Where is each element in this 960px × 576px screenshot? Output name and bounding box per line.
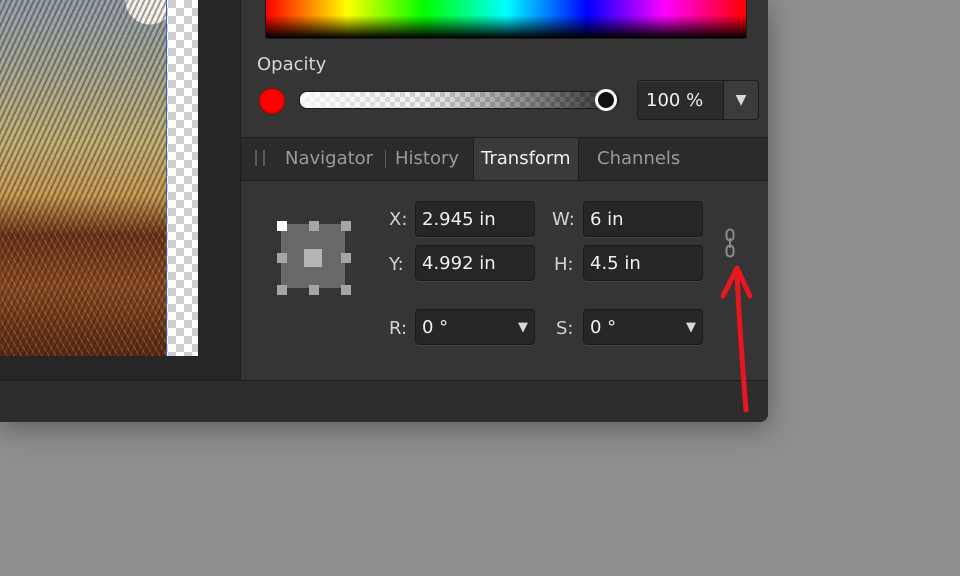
panel-tab-bar: Navigator History Transform Channels — [241, 137, 768, 181]
grip-handle-icon[interactable] — [255, 150, 265, 166]
tab-separator — [385, 150, 386, 168]
document-transparency-checkerboard — [0, 0, 198, 356]
anchor-bottom-right[interactable] — [341, 285, 351, 295]
artwork-layer[interactable] — [0, 0, 167, 356]
anchor-bottom-center[interactable] — [309, 285, 319, 295]
bottom-status-bar — [0, 380, 768, 422]
triangle-down-icon[interactable]: ▼ — [518, 310, 528, 346]
w-label: W: — [552, 209, 575, 230]
tab-navigator[interactable]: Navigator — [285, 138, 373, 180]
tab-history[interactable]: History — [395, 138, 459, 180]
triangle-down-icon[interactable]: ▼ — [723, 81, 758, 119]
h-label: H: — [554, 254, 574, 275]
anchor-top-right[interactable] — [341, 221, 351, 231]
s-label: S: — [556, 318, 574, 339]
anchor-center[interactable] — [304, 249, 322, 267]
r-label: R: — [389, 318, 408, 339]
opacity-slider-thumb[interactable] — [595, 89, 617, 111]
canvas-area[interactable] — [0, 0, 240, 380]
opacity-slider[interactable] — [299, 91, 619, 109]
current-color-swatch[interactable] — [259, 88, 285, 114]
anchor-middle-right[interactable] — [341, 253, 351, 263]
app-window: Opacity 100 % ▼ Navigator History Transf… — [0, 0, 768, 422]
tab-transform[interactable]: Transform — [473, 138, 579, 180]
y-label: Y: — [389, 254, 404, 275]
anchor-bottom-left[interactable] — [277, 285, 287, 295]
height-field[interactable]: 4.5 in — [583, 245, 703, 281]
opacity-field[interactable]: 100 % ▼ — [637, 80, 759, 120]
anchor-top-center[interactable] — [309, 221, 319, 231]
rotation-value[interactable]: 0 ° — [422, 317, 448, 338]
y-position-field[interactable]: 4.992 in — [415, 245, 535, 281]
shear-field[interactable]: 0 ° ▼ — [583, 309, 703, 345]
x-label: X: — [389, 209, 408, 230]
shear-value[interactable]: 0 ° — [590, 317, 616, 338]
triangle-down-icon[interactable]: ▼ — [686, 310, 696, 346]
color-spectrum[interactable] — [265, 0, 747, 39]
anchor-top-left[interactable] — [277, 221, 287, 231]
anchor-middle-left[interactable] — [277, 253, 287, 263]
tab-channels[interactable]: Channels — [597, 138, 680, 180]
chain-link-icon[interactable] — [725, 228, 735, 258]
width-field[interactable]: 6 in — [583, 201, 703, 237]
x-position-field[interactable]: 2.945 in — [415, 201, 535, 237]
opacity-value[interactable]: 100 % — [646, 90, 703, 111]
rotation-field[interactable]: 0 ° ▼ — [415, 309, 535, 345]
right-panel: Opacity 100 % ▼ Navigator History Transf… — [240, 0, 768, 380]
opacity-label: Opacity — [257, 54, 327, 75]
